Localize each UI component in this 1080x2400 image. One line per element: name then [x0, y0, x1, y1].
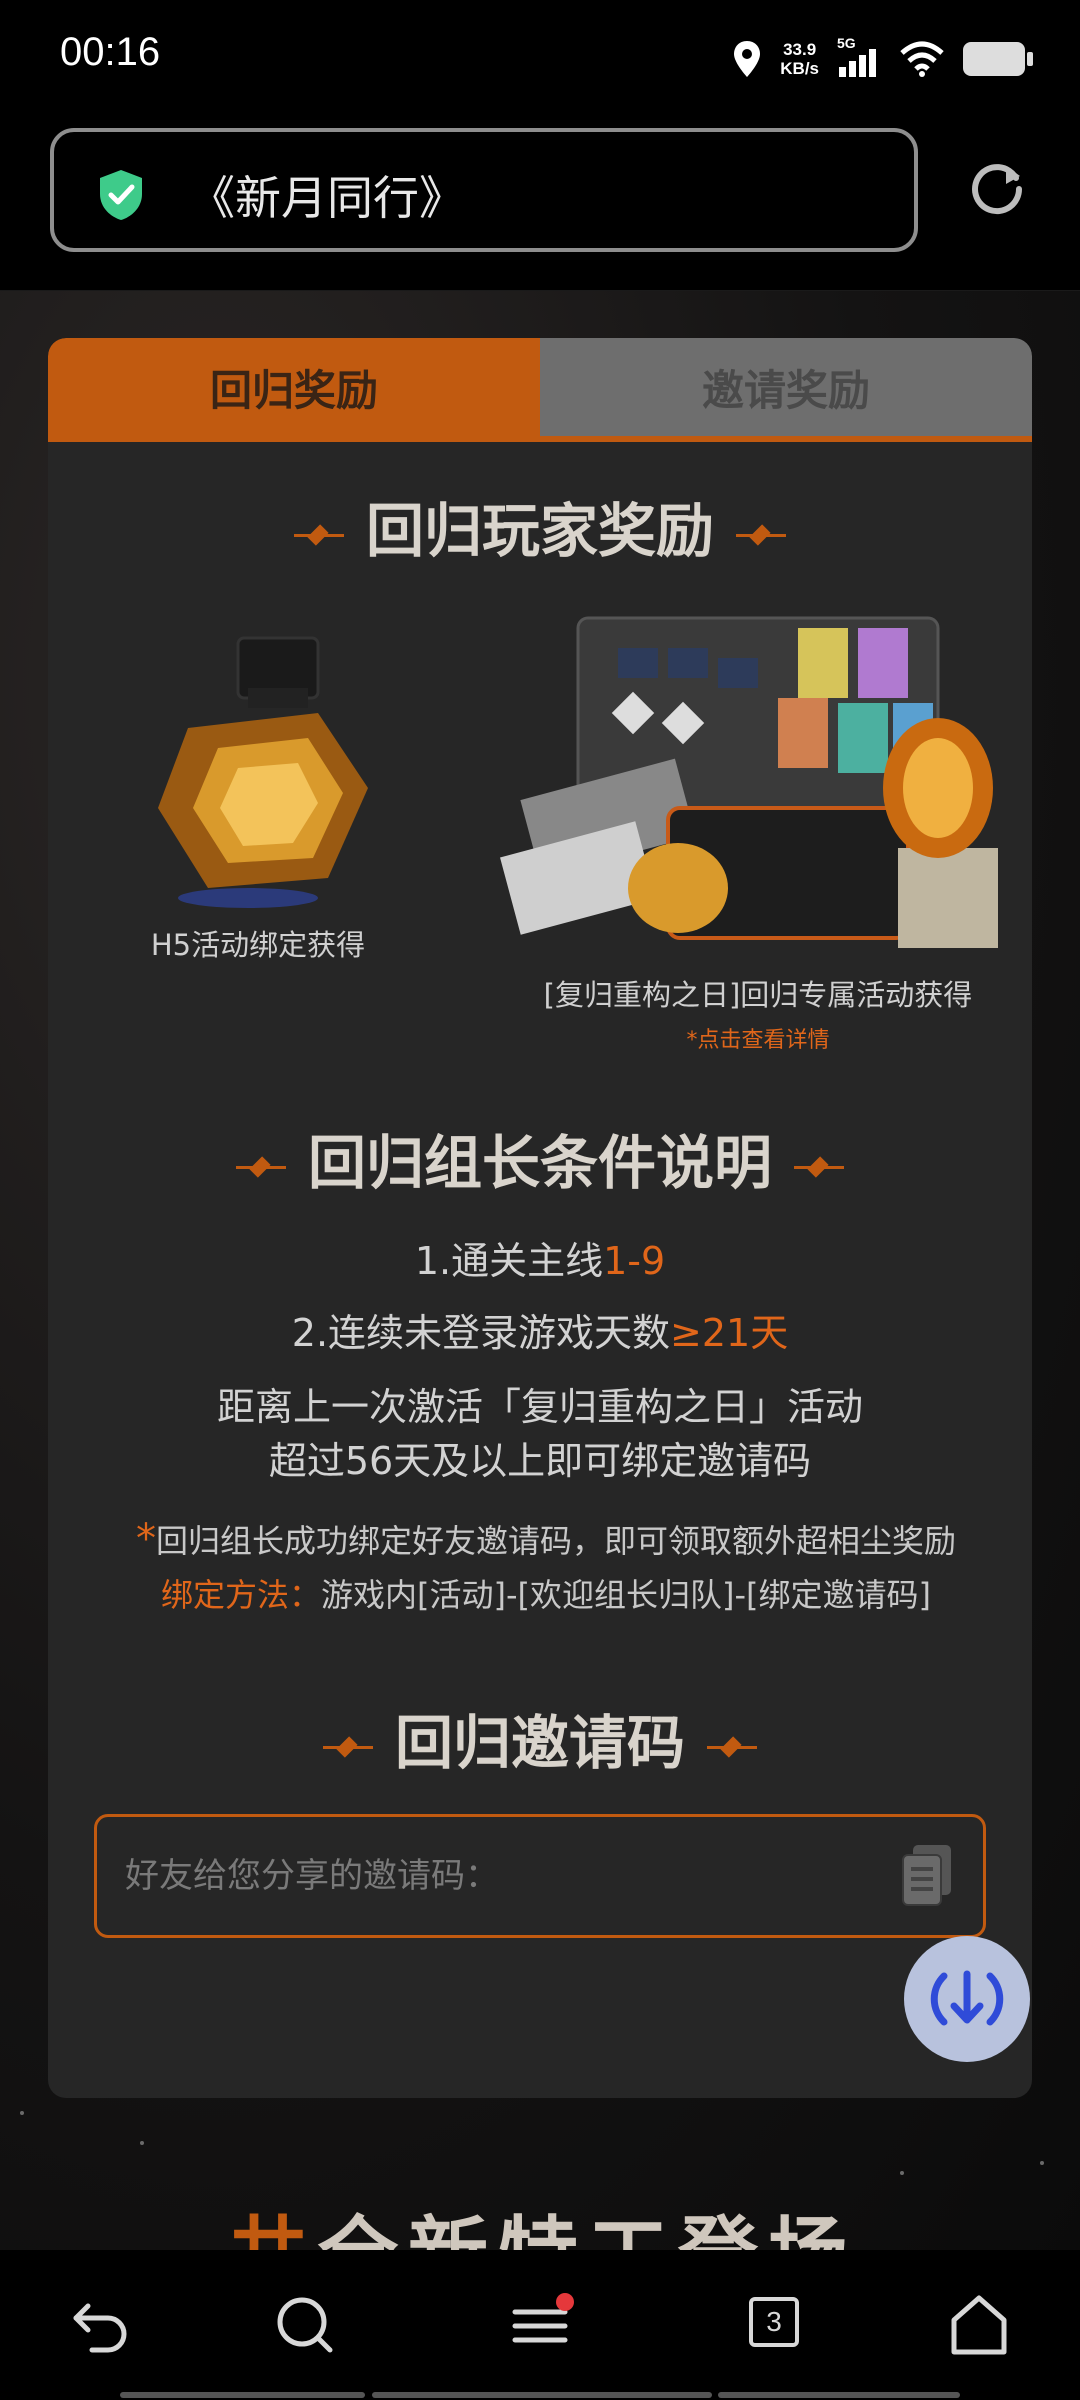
tab-return-reward[interactable]: 回归奖励 — [48, 338, 540, 436]
item-bundle-icon — [500, 616, 998, 948]
gesture-bar — [372, 2392, 712, 2398]
net-speed-unit: KB/s — [780, 59, 819, 78]
condition-line-3: 距离上一次激活「复归重构之日」活动 — [216, 1385, 863, 1429]
title-ornament-left — [235, 1162, 286, 1172]
title-ornament-left — [322, 1742, 373, 1752]
condition-line-4: 超过56天及以上即可绑定邀请码 — [268, 1439, 812, 1483]
condition-1-value: 1-9 — [603, 1239, 666, 1283]
reward-panel: 回归奖励 邀请奖励 回归玩家奖励 H5活动绑定获得 [复归重构之日]回归专属活动… — [48, 338, 1032, 2098]
section-title-invite-code: 回归邀请码 — [48, 1696, 1032, 1780]
download-icon — [930, 1970, 1004, 2026]
status-icons: 33.9 KB/s 5G — [732, 34, 1033, 84]
condition-line-2: 2.连续未登录游戏天数≥21天 — [48, 1302, 1032, 1357]
net-speed-value: 33.9 — [783, 40, 817, 59]
reward-item-h5: H5活动绑定获得 — [108, 618, 408, 964]
wifi-icon — [900, 41, 944, 77]
section-title-conditions: 回归组长条件说明 — [48, 1116, 1032, 1200]
address-bar[interactable]: 《新月同行》 — [50, 128, 918, 252]
status-time: 00:16 — [60, 30, 161, 74]
note-text: 回归组长成功绑定好友邀请码，即可领取额外超相尘奖励 — [155, 1522, 956, 1560]
reward-caption: H5活动绑定获得 — [150, 928, 366, 962]
tabs-icon: 3 — [749, 2297, 799, 2347]
star — [20, 2111, 24, 2115]
star — [140, 2141, 144, 2145]
reward-item-return-event: [复归重构之日]回归专属活动获得 *点击查看详情 — [488, 588, 1028, 1054]
view-details-link[interactable]: *点击查看详情 — [488, 1022, 1028, 1054]
condition-2-text: 2.连续未登录游戏天数 — [291, 1311, 671, 1355]
browser-toolbar: 《新月同行》 — [0, 120, 1080, 291]
star — [900, 2171, 904, 2175]
tabs-button[interactable]: 3 — [742, 2290, 812, 2360]
battery-icon — [963, 42, 1033, 76]
title-ornament-right — [707, 1742, 757, 1752]
location-icon — [734, 41, 761, 77]
invite-title-text: 回归邀请码 — [394, 1709, 685, 1777]
download-button[interactable] — [904, 1936, 1030, 2062]
perfume-bottle-icon — [158, 636, 368, 908]
invite-code-input[interactable] — [123, 1845, 867, 1907]
browser-nav-bar: 3 — [0, 2250, 1080, 2400]
title-ornament-right — [794, 1162, 844, 1172]
gesture-bar — [120, 2392, 365, 2398]
signal-icon: 5G — [837, 35, 881, 79]
tab-bar: 回归奖励 邀请奖励 — [48, 338, 1032, 442]
page-title: 《新月同行》 — [189, 171, 465, 225]
title-ornament-right — [736, 530, 786, 540]
condition-1-text: 1.通关主线 — [414, 1239, 604, 1283]
rewards-title-text: 回归玩家奖励 — [365, 497, 714, 565]
reload-icon[interactable] — [966, 158, 1028, 220]
conditions-title-text: 回归组长条件说明 — [307, 1129, 772, 1197]
note-asterisk: * — [135, 1516, 156, 1562]
bind-method-label: 绑定方法： — [160, 1576, 321, 1614]
status-bar: 00:16 33.9 KB/s 5G — [0, 0, 1080, 120]
reward-caption: [复归重构之日]回归专属活动获得 — [543, 978, 973, 1012]
copy-icon[interactable] — [899, 1843, 955, 1909]
title-ornament-left — [293, 530, 344, 540]
star — [1040, 2161, 1044, 2165]
home-icon[interactable] — [944, 2290, 1014, 2360]
gesture-bar — [718, 2392, 960, 2398]
bind-method-text: 游戏内[活动]-[欢迎组长归队]-[绑定邀请码] — [321, 1576, 932, 1614]
bonus-note: *回归组长成功绑定好友邀请码，即可领取额外超相尘奖励 — [96, 1516, 996, 1562]
condition-2-value: ≥21天 — [670, 1311, 789, 1355]
section-title-rewards: 回归玩家奖励 — [48, 484, 1032, 568]
invite-code-box — [94, 1814, 986, 1938]
shield-check-icon — [100, 170, 142, 220]
search-icon[interactable] — [270, 2290, 340, 2360]
back-icon[interactable] — [66, 2290, 136, 2360]
bind-method: 绑定方法：游戏内[活动]-[欢迎组长归队]-[绑定邀请码] — [96, 1570, 996, 1616]
net-speed: 33.9 KB/s — [780, 40, 819, 78]
condition-line-1: 1.通关主线1-9 — [48, 1230, 1032, 1285]
menu-icon — [512, 2293, 574, 2343]
tab-invite-reward[interactable]: 邀请奖励 — [540, 338, 1032, 436]
menu-button[interactable] — [505, 2290, 575, 2360]
tab-underline — [48, 436, 1032, 442]
